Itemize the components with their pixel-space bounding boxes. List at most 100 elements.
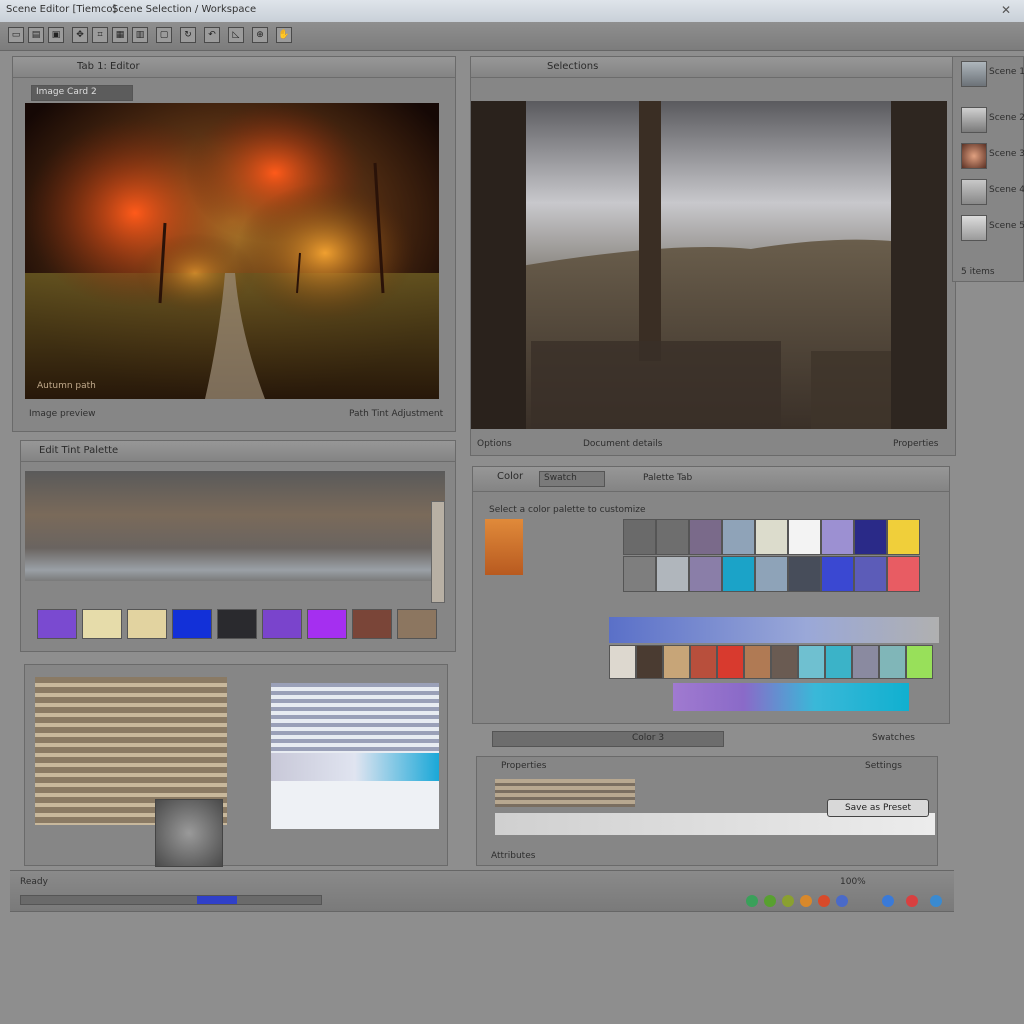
color-row-swatch[interactable]: [690, 645, 717, 679]
thumbnail-strip: Scene 1 Scene 2 Scene 3 Scene 4 Scene 5 …: [952, 56, 1024, 282]
layers-icon[interactable]: ▥: [132, 27, 148, 43]
thumbnail-3-label: Scene 3: [989, 149, 1024, 159]
left-footer-label: Image preview: [29, 409, 96, 419]
image-name-field[interactable]: Image Card 2: [31, 85, 133, 101]
frame-icon[interactable]: ▢: [156, 27, 172, 43]
gradient-preview[interactable]: [25, 471, 445, 581]
color-row-swatch[interactable]: [798, 645, 825, 679]
toolbar: ▭ ▤ ▣ ✥ ⌗ ▦ ▥ ▢ ↻ ↶ ◺ ⊕ ✋: [0, 22, 1024, 51]
properties-panel: Properties Settings Save as Preset Attri…: [476, 756, 938, 866]
cyan-band: [271, 753, 439, 781]
color-panel-right-tab[interactable]: Palette Tab: [643, 473, 692, 483]
help-icon[interactable]: [930, 895, 942, 907]
color-grid-swatch[interactable]: [887, 519, 920, 555]
thumbnail-4[interactable]: [961, 179, 987, 205]
hand-icon[interactable]: ✋: [276, 27, 292, 43]
window-title: Scene Editor [Tiemco]: [6, 4, 117, 15]
grid-icon[interactable]: ▦: [112, 27, 128, 43]
color-row-swatch[interactable]: [879, 645, 906, 679]
color-row-swatch[interactable]: [906, 645, 933, 679]
new-file-icon[interactable]: ▭: [8, 27, 24, 43]
rotate-icon[interactable]: ↻: [180, 27, 196, 43]
color-grid-swatch[interactable]: [788, 519, 821, 555]
adjust-icon[interactable]: [836, 895, 848, 907]
left-viewer-tab[interactable]: Tab 1: Editor: [77, 61, 140, 72]
selected-color-chip[interactable]: [485, 519, 523, 575]
right-footer-center: Document details: [583, 439, 663, 449]
hue-gradient-bar[interactable]: [673, 683, 909, 711]
palette-swatch[interactable]: [352, 609, 392, 639]
color-grid-swatch[interactable]: [821, 556, 854, 592]
progress-marker: [197, 896, 237, 904]
palette-swatch[interactable]: [82, 609, 122, 639]
palette-swatch[interactable]: [37, 609, 77, 639]
right-viewer-tab[interactable]: Selections: [547, 61, 598, 72]
globe-icon[interactable]: [882, 895, 894, 907]
palette-swatch[interactable]: [172, 609, 212, 639]
color-grid-swatch[interactable]: [887, 556, 920, 592]
eagle-thumbnail[interactable]: [155, 799, 223, 867]
record-icon[interactable]: [906, 895, 918, 907]
color-grid-swatch[interactable]: [722, 556, 755, 592]
color-status-field[interactable]: [492, 731, 724, 747]
fill-icon[interactable]: [800, 895, 812, 907]
color-panel-tab[interactable]: Color: [497, 471, 523, 482]
color-row-swatch[interactable]: [852, 645, 879, 679]
color-row-swatch[interactable]: [663, 645, 690, 679]
color-panel: Color Palette Tab Swatch Select a color …: [472, 466, 950, 724]
color-grid-swatch[interactable]: [755, 519, 788, 555]
blue-gradient-sample[interactable]: [271, 683, 439, 829]
color-grid-swatch[interactable]: [821, 519, 854, 555]
undo-icon[interactable]: ↶: [204, 27, 220, 43]
thumbnail-5-label: Scene 5: [989, 221, 1024, 231]
window-view-image[interactable]: [471, 101, 947, 429]
color-grid-swatch[interactable]: [656, 556, 689, 592]
open-icon[interactable]: ▤: [28, 27, 44, 43]
zoom-icon[interactable]: ⊕: [252, 27, 268, 43]
swatch-dropdown-value: Swatch: [544, 473, 577, 483]
palette-swatch[interactable]: [307, 609, 347, 639]
autumn-image[interactable]: Autumn path: [25, 103, 439, 399]
color-grid-swatch[interactable]: [689, 519, 722, 555]
color-grid-swatch[interactable]: [656, 519, 689, 555]
brush-icon[interactable]: [782, 895, 794, 907]
thumbnail-5[interactable]: [961, 215, 987, 241]
thumbnail-1[interactable]: [961, 61, 987, 87]
color-grid-swatch[interactable]: [722, 519, 755, 555]
color-row-swatch[interactable]: [717, 645, 744, 679]
thumbnail-count: 5 items: [961, 267, 995, 277]
thumbnail-2[interactable]: [961, 107, 987, 133]
color-row-swatch[interactable]: [636, 645, 663, 679]
mask-icon[interactable]: [764, 895, 776, 907]
color-grid-swatch[interactable]: [689, 556, 722, 592]
crop-tool-icon[interactable]: ⌗: [92, 27, 108, 43]
palette-swatch[interactable]: [262, 609, 302, 639]
palette-swatch[interactable]: [397, 609, 437, 639]
color-grid-swatch[interactable]: [623, 519, 656, 555]
palette-swatch[interactable]: [127, 609, 167, 639]
palette-scrollbar[interactable]: [431, 501, 445, 603]
color-row-swatch[interactable]: [609, 645, 636, 679]
swatch-dropdown[interactable]: Swatch: [539, 471, 605, 487]
eraser-icon[interactable]: [818, 895, 830, 907]
layer-icon[interactable]: [746, 895, 758, 907]
close-icon[interactable]: ✕: [998, 2, 1014, 18]
color-row-swatch[interactable]: [744, 645, 771, 679]
color-slider-track[interactable]: [609, 617, 939, 643]
save-preset-button[interactable]: Save as Preset: [827, 799, 929, 817]
color-grid-swatch[interactable]: [854, 519, 887, 555]
select-icon[interactable]: ◺: [228, 27, 244, 43]
properties-preview[interactable]: [495, 779, 635, 807]
color-row-swatch[interactable]: [825, 645, 852, 679]
color-row-swatch[interactable]: [771, 645, 798, 679]
image-caption: Autumn path: [37, 381, 96, 391]
thumbnail-3[interactable]: [961, 143, 987, 169]
save-icon[interactable]: ▣: [48, 27, 64, 43]
color-grid-swatch[interactable]: [788, 556, 821, 592]
color-grid-swatch[interactable]: [623, 556, 656, 592]
move-tool-icon[interactable]: ✥: [72, 27, 88, 43]
palette-swatch[interactable]: [217, 609, 257, 639]
color-grid-swatch[interactable]: [755, 556, 788, 592]
color-grid-swatch[interactable]: [854, 556, 887, 592]
left-footer-right-label: Path Tint Adjustment: [349, 409, 444, 419]
